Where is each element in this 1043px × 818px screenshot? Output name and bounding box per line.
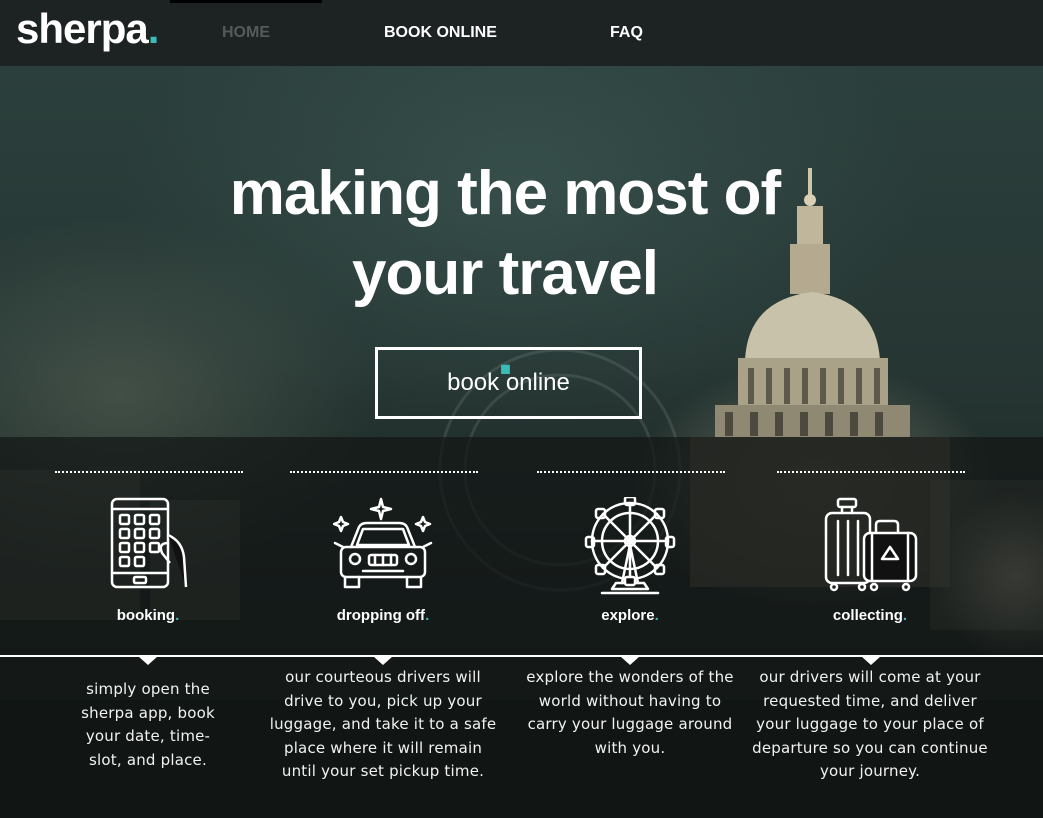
feature-top-rule xyxy=(55,471,243,473)
headline-line-2-text: your travel xyxy=(351,239,659,308)
ferris-wheel-icon xyxy=(584,497,676,595)
headline-line-1: making the most of xyxy=(229,159,781,228)
nav-home[interactable]: HOME xyxy=(222,24,270,42)
feature-description-explore: explore the wonders of the world without… xyxy=(526,668,734,757)
phone-keypad-hand-icon xyxy=(110,497,188,589)
feature-top-rule xyxy=(537,471,725,473)
nav-active-indicator xyxy=(170,0,322,3)
brand-dot: . xyxy=(147,5,160,52)
feature-title-text: explore xyxy=(601,607,655,624)
feature-title-dot: . xyxy=(425,607,430,624)
feature-title-dot: . xyxy=(654,607,659,624)
site-header: sherpa. HOME BOOK ONLINE FAQ xyxy=(0,0,1043,66)
nav-faq[interactable]: FAQ xyxy=(610,24,643,42)
feature-top-rule xyxy=(777,471,965,473)
feature-title-dot: . xyxy=(902,607,908,624)
brand-logo[interactable]: sherpa. xyxy=(16,5,160,53)
book-online-button[interactable]: book online xyxy=(375,347,642,419)
divider-notch xyxy=(373,656,393,665)
feature-title-text: booking xyxy=(116,607,176,624)
divider-notch xyxy=(861,656,881,665)
divider-notch xyxy=(138,656,158,665)
feature-description-collecting: our drivers will come at your requested … xyxy=(752,668,988,780)
divider-notch xyxy=(620,656,640,665)
feature-title-dropping-off: dropping off. xyxy=(263,607,503,625)
feature-top-rule xyxy=(290,471,478,473)
feature-title-explore: explore. xyxy=(510,607,750,625)
luggage-icon xyxy=(824,497,918,592)
feature-title-text: collecting xyxy=(832,607,903,624)
feature-title-collecting: collecting. xyxy=(750,607,990,625)
feature-title-dot: . xyxy=(175,607,180,624)
car-sparkle-icon xyxy=(333,497,433,589)
feature-description-booking: simply open the sherpa app, book your da… xyxy=(81,680,215,769)
feature-description-dropping-off: our courteous drivers will drive to you,… xyxy=(269,668,497,780)
brand-name: sherpa xyxy=(16,5,149,52)
nav-book-online[interactable]: BOOK ONLINE xyxy=(384,24,497,42)
feature-title-text: dropping off xyxy=(336,607,426,624)
feature-title-booking: booking. xyxy=(28,607,268,625)
